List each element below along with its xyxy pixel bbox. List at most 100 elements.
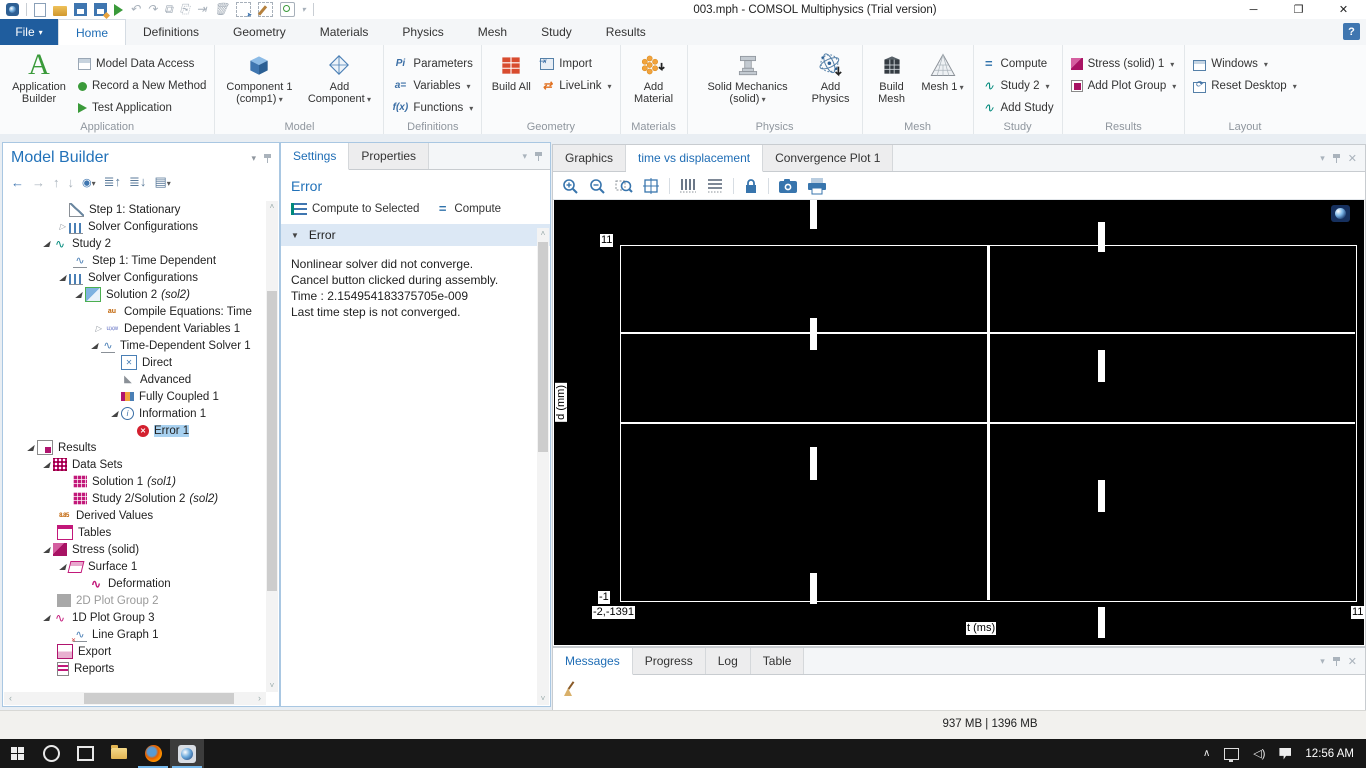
- tree-item-deformation[interactable]: Deformation: [4, 575, 266, 592]
- xy-grid-icon[interactable]: [706, 177, 724, 195]
- chevron-down-icon[interactable]: ▾: [522, 151, 527, 162]
- tab-results[interactable]: Results: [589, 19, 663, 45]
- tab-geometry[interactable]: Geometry: [216, 19, 303, 45]
- clear-messages-icon[interactable]: [563, 681, 577, 697]
- tree-item-solution-2[interactable]: ◢Solution 2(sol2): [4, 286, 266, 303]
- add-plot-group-button[interactable]: Add Plot Group: [1071, 75, 1177, 97]
- maximize-button[interactable]: ❐: [1276, 0, 1321, 19]
- collapse-arrow[interactable]: ◢: [88, 337, 101, 354]
- expand-arrow[interactable]: ▷: [56, 218, 69, 235]
- delete-icon[interactable]: 🗑︎: [213, 3, 228, 16]
- add-study-button[interactable]: ∿Add Study: [982, 97, 1054, 119]
- tree-item-results[interactable]: ◢Results: [4, 439, 266, 456]
- comsol-taskbar-button[interactable]: [170, 739, 204, 768]
- tab-table[interactable]: Table: [751, 648, 805, 674]
- zoom-out-icon[interactable]: [588, 177, 606, 195]
- task-view-button[interactable]: [68, 739, 102, 768]
- y-axis-grid-icon[interactable]: [679, 177, 697, 195]
- test-application-button[interactable]: Test Application: [78, 97, 206, 119]
- functions-button[interactable]: f(x)Functions: [392, 97, 473, 119]
- save-as-icon[interactable]: [94, 3, 107, 16]
- tab-settings[interactable]: Settings: [281, 143, 349, 170]
- zoom-box-icon[interactable]: [615, 177, 633, 195]
- start-button[interactable]: [0, 739, 34, 768]
- error-section-header[interactable]: ▼ Error: [281, 224, 550, 246]
- tab-materials[interactable]: Materials: [303, 19, 386, 45]
- tree-item-surface-1[interactable]: ◢Surface 1: [4, 558, 266, 575]
- reset-desktop-button[interactable]: Reset Desktop: [1193, 75, 1296, 97]
- add-material-button[interactable]: Add Material: [629, 49, 679, 105]
- stress-solid-1-button[interactable]: Stress (solid) 1: [1071, 53, 1177, 75]
- run-icon[interactable]: [114, 4, 123, 16]
- tree-item-stress-solid[interactable]: ◢Stress (solid): [4, 541, 266, 558]
- add-component-button[interactable]: Add Component: [303, 49, 375, 106]
- close-panel-icon[interactable]: ✕: [1348, 152, 1357, 165]
- clear-selection-icon[interactable]: [258, 2, 273, 17]
- tab-convergence-plot-1[interactable]: Convergence Plot 1: [763, 145, 893, 171]
- collapse-arrow[interactable]: ◢: [108, 405, 121, 422]
- collapse-arrow[interactable]: ◢: [40, 456, 53, 473]
- collapse-arrow[interactable]: ◢: [24, 439, 37, 456]
- tab-messages[interactable]: Messages: [553, 648, 633, 675]
- network-icon[interactable]: [1224, 748, 1239, 760]
- collapse-arrow[interactable]: ◢: [40, 541, 53, 558]
- study-2-button[interactable]: ∿Study 2: [982, 75, 1054, 97]
- tree-item-solver-configurations-1[interactable]: ▷Solver Configurations: [4, 218, 266, 235]
- parameters-button[interactable]: PiParameters: [392, 53, 473, 75]
- firefox-button[interactable]: [136, 739, 170, 768]
- tree-item-direct[interactable]: Direct: [4, 354, 266, 371]
- tree-item-study2-solution2-dataset[interactable]: Study 2/Solution 2(sol2): [4, 490, 266, 507]
- move-up-icon[interactable]: ↑: [53, 175, 60, 190]
- solid-mechanics-button[interactable]: Solid Mechanics (solid): [696, 49, 800, 106]
- action-center-icon[interactable]: [1279, 748, 1291, 760]
- redo-icon[interactable]: ↷: [147, 3, 157, 16]
- tab-graphics[interactable]: Graphics: [553, 145, 626, 171]
- back-icon[interactable]: ←: [11, 175, 24, 190]
- open-file-icon[interactable]: [53, 6, 67, 16]
- variables-button[interactable]: a=Variables: [392, 75, 473, 97]
- tree-item-reports[interactable]: Reports: [4, 660, 266, 677]
- expand-arrow[interactable]: ▷: [92, 320, 105, 337]
- new-file-icon[interactable]: [34, 3, 46, 17]
- plot-canvas[interactable]: 11 -1 -2,-1391 11 t (ms) d (mm): [554, 200, 1364, 645]
- save-icon[interactable]: [74, 3, 87, 16]
- settings-vertical-scrollbar[interactable]: ˄ ˅: [537, 228, 549, 705]
- tree-horizontal-scrollbar[interactable]: ‹ ›: [4, 692, 266, 705]
- tree-item-time-dependent-solver-1[interactable]: ◢Time-Dependent Solver 1: [4, 337, 266, 354]
- chevron-down-icon[interactable]: ▾: [1320, 656, 1325, 667]
- mesh-1-button[interactable]: Mesh 1: [921, 49, 965, 94]
- chevron-down-icon[interactable]: ▾: [1320, 153, 1325, 164]
- collapse-all-icon[interactable]: ≣↑: [104, 174, 121, 190]
- model-data-access-button[interactable]: Model Data Access: [78, 53, 206, 75]
- tab-progress[interactable]: Progress: [633, 648, 706, 674]
- forward-icon[interactable]: →: [32, 175, 45, 190]
- tree-item-step1-time-dependent[interactable]: Step 1: Time Dependent: [4, 252, 266, 269]
- close-button[interactable]: ✕: [1321, 0, 1366, 19]
- node-label-icon[interactable]: ▤▾: [154, 174, 170, 190]
- undo-icon[interactable]: ↶: [130, 3, 140, 16]
- build-all-button[interactable]: Build All: [490, 49, 532, 93]
- zoom-selection-icon[interactable]: [280, 2, 295, 17]
- collapse-arrow[interactable]: ◢: [40, 609, 53, 626]
- tree-item-export[interactable]: Export: [4, 643, 266, 660]
- collapse-arrow[interactable]: ◢: [72, 286, 85, 303]
- file-explorer-button[interactable]: [102, 739, 136, 768]
- move-down-icon[interactable]: ↓: [68, 175, 75, 190]
- tab-mesh[interactable]: Mesh: [461, 19, 524, 45]
- copy-icon[interactable]: ⧉: [164, 3, 173, 16]
- tree-item-compile-equations[interactable]: Compile Equations: Time: [4, 303, 266, 320]
- zoom-extents-icon[interactable]: [642, 177, 660, 195]
- tree-item-step1-stationary[interactable]: Step 1: Stationary: [4, 201, 266, 218]
- record-new-method-button[interactable]: Record a New Method: [78, 75, 206, 97]
- zoom-in-icon[interactable]: [561, 177, 579, 195]
- cortana-button[interactable]: [34, 739, 68, 768]
- chevron-down-icon[interactable]: ▾: [302, 3, 306, 16]
- help-button[interactable]: ?: [1343, 23, 1360, 40]
- close-panel-icon[interactable]: ✕: [1348, 655, 1357, 668]
- tree-item-information-1[interactable]: ◢Information 1: [4, 405, 266, 422]
- minimize-button[interactable]: ─: [1231, 0, 1276, 19]
- chevron-down-icon[interactable]: ▾: [251, 153, 256, 164]
- pin-icon[interactable]: [1333, 154, 1340, 163]
- tree-item-2d-plot-group-2[interactable]: 2D Plot Group 2: [4, 592, 266, 609]
- collapse-arrow[interactable]: ◢: [56, 269, 69, 286]
